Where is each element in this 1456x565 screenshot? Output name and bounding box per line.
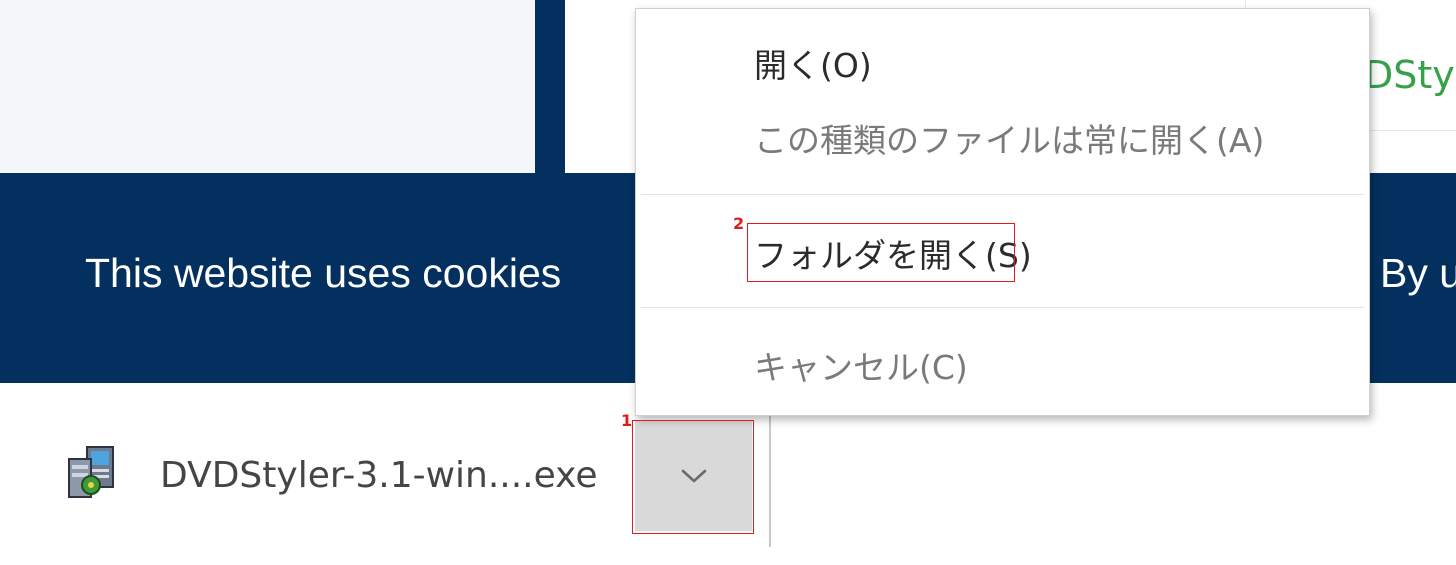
- menu-separator: [641, 194, 1364, 195]
- download-context-menu: 開く(O) この種類のファイルは常に開く(A) フォルダを開く(S) キャンセル…: [635, 8, 1370, 416]
- cookie-banner-text: This website uses cookies: [85, 250, 562, 296]
- download-link-text[interactable]: DSty: [1364, 56, 1455, 94]
- content-card-left: [0, 0, 535, 173]
- download-file-name[interactable]: DVDStyler-3.1-win....exe: [160, 458, 597, 494]
- menu-separator: [641, 307, 1364, 308]
- download-options-button[interactable]: [635, 421, 752, 531]
- menu-item-cancel[interactable]: キャンセル(C): [754, 351, 968, 384]
- menu-item-open[interactable]: 開く(O): [754, 49, 872, 82]
- cookie-banner-text-continued: By u: [1380, 250, 1456, 296]
- step-number-2: 2: [733, 214, 745, 233]
- step-number-1: 1: [621, 411, 633, 430]
- chevron-down-icon: [681, 469, 706, 483]
- menu-item-always-open[interactable]: この種類のファイルは常に開く(A): [754, 124, 1264, 157]
- download-bar-separator: [769, 413, 771, 547]
- menu-item-open-folder[interactable]: フォルダを開く(S): [754, 239, 1032, 272]
- content-divider: [535, 0, 565, 173]
- installer-icon[interactable]: [65, 445, 119, 501]
